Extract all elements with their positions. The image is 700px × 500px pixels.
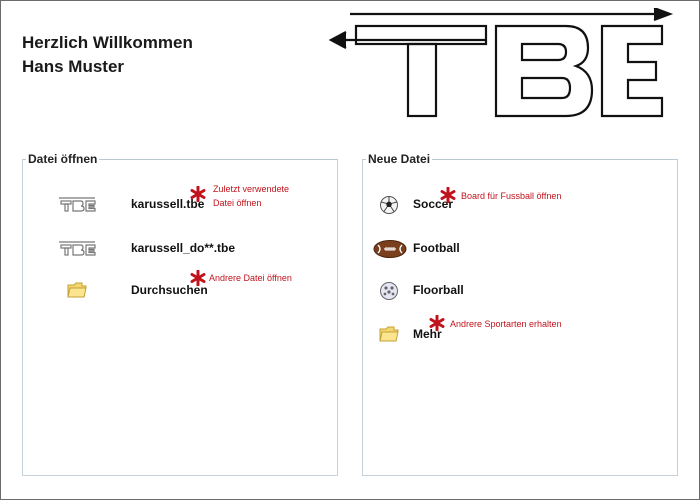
floorball-item[interactable]: Floorball <box>373 280 663 302</box>
annotation-star-icon <box>440 187 456 203</box>
american-football-icon <box>373 240 407 258</box>
open-file-legend: Datei öffnen <box>28 152 98 166</box>
folder-icon <box>67 282 87 298</box>
tbe-file-icon <box>59 241 96 256</box>
football-label: Football <box>413 241 460 255</box>
annotation-star-icon <box>190 270 206 286</box>
welcome-line: Herzlich Willkommen <box>22 33 193 52</box>
folder-icon <box>379 326 399 342</box>
floorball-label: Floorball <box>413 283 464 297</box>
tbe-file-icon <box>59 197 96 212</box>
browse-hint: Andrere Datei öffnen <box>209 273 292 283</box>
football-item[interactable]: Football <box>373 238 663 260</box>
soccer-hint: Board für Fussball öffnen <box>461 191 562 201</box>
recent-file-hint: Zuletzt verwendete Datei öffnen <box>213 184 290 208</box>
soccer-ball-icon <box>380 196 398 214</box>
tbe-logo <box>328 8 674 118</box>
welcome-text: Herzlich Willkommen Hans Muster <box>22 31 193 79</box>
new-file-legend: Neue Datei <box>368 152 431 166</box>
user-name: Hans Muster <box>22 57 125 76</box>
recent-file-label-2: karussell_do**.tbe <box>131 241 236 255</box>
recent-file-item-2[interactable]: karussell_do**.tbe <box>53 238 333 260</box>
open-file-group: Datei öffnen karussell.tbe karussell_do*… <box>22 152 338 476</box>
annotation-star-icon <box>190 186 206 202</box>
annotation-star-icon <box>429 315 445 331</box>
more-sports-hint: Andrere Sportarten erhalten <box>450 319 562 329</box>
floorball-icon <box>380 282 398 300</box>
